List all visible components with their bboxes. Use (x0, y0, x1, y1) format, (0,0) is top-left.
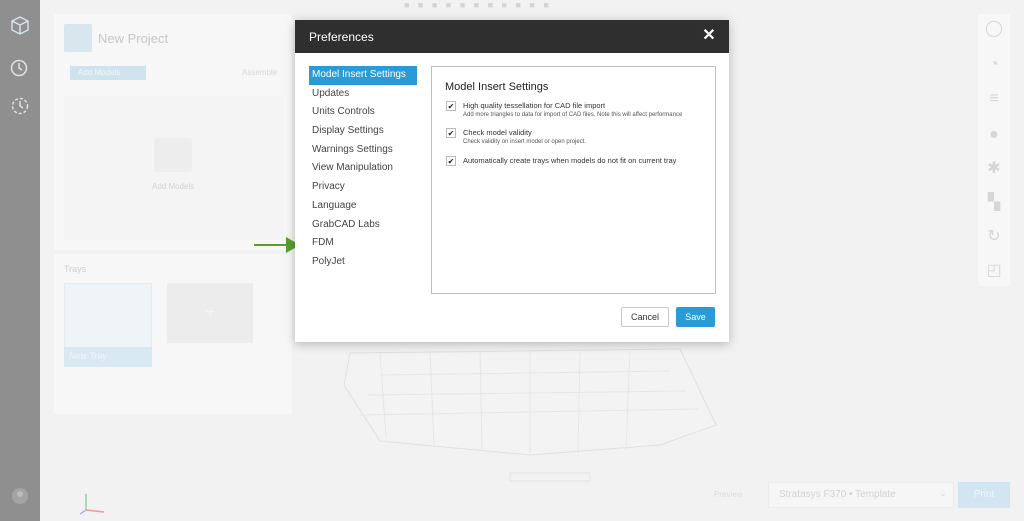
add-models-icon (154, 138, 192, 172)
user-avatar-icon[interactable] (8, 484, 32, 508)
list-icon[interactable]: ≡ (983, 88, 1005, 110)
recent-clock-icon[interactable] (8, 94, 32, 118)
chevron-down-icon: ⌄ (938, 488, 947, 499)
nav-item-view-manipulation[interactable]: View Manipulation (309, 159, 417, 178)
option-description: Add more triangles to data for import of… (463, 112, 683, 118)
nav-item-polyjet[interactable]: PolyJet (309, 253, 417, 272)
print-button[interactable]: Print (958, 482, 1010, 508)
dialog-title: Preferences (309, 30, 374, 44)
validity-checkbox[interactable]: ✔ (446, 128, 456, 138)
top-toolbar: ■ ■ ■ ■ ■ ■ ■ ■ ■ ■ ■ (404, 0, 552, 10)
add-tray-button[interactable]: + (167, 283, 253, 343)
nav-item-units-controls[interactable]: Units Controls (309, 103, 417, 122)
auto-trays-checkbox[interactable]: ✔ (446, 156, 456, 166)
assemble-link[interactable]: Assemble (242, 68, 277, 77)
option-label: Check model validity (463, 128, 532, 137)
add-models-label: Add Models (152, 182, 195, 191)
trays-label: Trays (64, 264, 87, 274)
nav-item-privacy[interactable]: Privacy (309, 178, 417, 197)
nav-item-warnings-settings[interactable]: Warnings Settings (309, 141, 417, 160)
estimate-icon[interactable]: ◔ (983, 54, 1005, 76)
right-toolbar: ◯ ◔ ≡ ● ✱ ▚ ↻ ◰ (978, 14, 1010, 286)
nav-item-grabcad-labs[interactable]: GrabCAD Labs (309, 216, 417, 235)
cube-icon[interactable] (8, 14, 32, 38)
nav-item-model-insert-settings[interactable]: Model Insert Settings (309, 66, 417, 85)
add-models-button[interactable]: Add Models (70, 66, 146, 80)
printer-select-value: Stratasys F370 • Template (779, 489, 896, 500)
view-cube-icon[interactable]: ◯ (983, 18, 1005, 40)
option-label: High quality tessellation for CAD file i… (463, 101, 606, 110)
close-icon[interactable]: ✕ (699, 26, 719, 46)
history-clock-icon[interactable] (8, 56, 32, 80)
preview-label: Preview (714, 490, 743, 499)
dialog-header: Preferences ✕ (295, 20, 729, 53)
preferences-dialog: Preferences ✕ Model Insert Settings Upda… (295, 20, 729, 342)
project-title: New Project (98, 31, 169, 46)
content-title: Model Insert Settings (445, 81, 549, 93)
printer-select[interactable]: Stratasys F370 • Template ⌄ (768, 482, 954, 508)
gear-icon[interactable]: ✱ (983, 158, 1005, 180)
nav-item-updates[interactable]: Updates (309, 85, 417, 104)
left-rail (0, 0, 40, 521)
info-icon[interactable]: ● (983, 124, 1005, 146)
option-description: Check validity on insert model or open p… (463, 139, 587, 145)
settings-content-panel: Model Insert Settings ✔ High quality tes… (431, 66, 716, 294)
scale-icon[interactable]: ◰ (983, 260, 1005, 282)
preferences-nav: Model Insert Settings Updates Units Cont… (309, 66, 417, 272)
nav-item-fdm[interactable]: FDM (309, 234, 417, 253)
build-tray-grid (343, 348, 717, 482)
option-label: Automatically create trays when models d… (463, 156, 677, 165)
project-folder-icon (64, 24, 92, 52)
nav-item-display-settings[interactable]: Display Settings (309, 122, 417, 141)
nav-item-language[interactable]: Language (309, 197, 417, 216)
save-button[interactable]: Save (676, 307, 715, 327)
rotate-icon[interactable]: ↻ (983, 226, 1005, 248)
cancel-button[interactable]: Cancel (621, 307, 669, 327)
arrange-icon[interactable]: ▚ (983, 192, 1005, 214)
tessellation-checkbox[interactable]: ✔ (446, 101, 456, 111)
axes-indicator-icon (79, 494, 105, 515)
tray-name[interactable]: New Tray (64, 347, 152, 367)
